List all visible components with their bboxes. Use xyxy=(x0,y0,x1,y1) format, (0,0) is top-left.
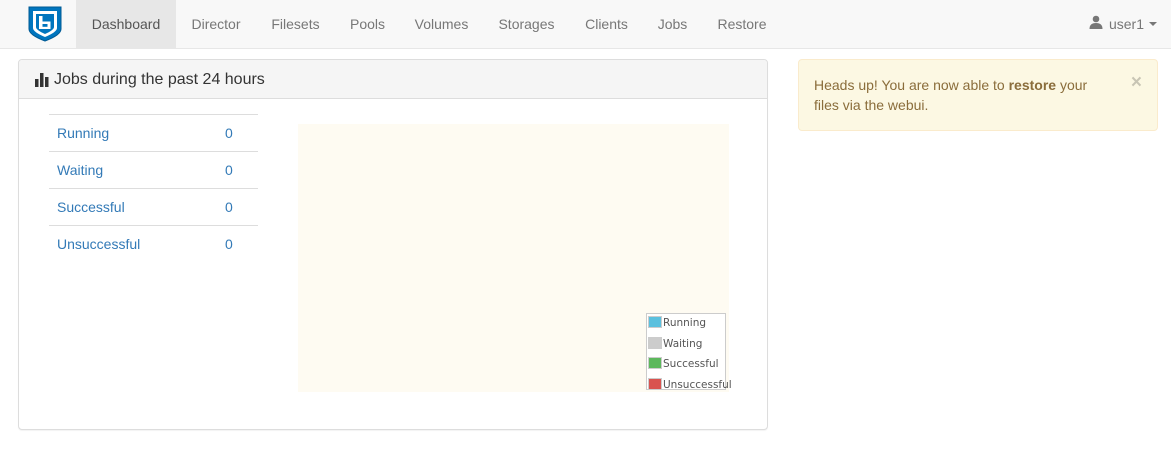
chart-legend: Running Waiting Successful Unsuccessful xyxy=(646,313,732,391)
legend-swatch xyxy=(648,377,662,390)
bareos-logo-icon[interactable] xyxy=(27,5,63,42)
status-label[interactable]: Successful xyxy=(57,189,125,226)
alert-message: Heads up! You are now able to restore yo… xyxy=(814,75,1114,115)
status-count[interactable]: 0 xyxy=(225,152,233,189)
status-count[interactable]: 0 xyxy=(225,189,233,226)
nav-dashboard[interactable]: Dashboard xyxy=(76,0,176,49)
legend-item-successful: Successful xyxy=(648,356,719,372)
restore-info-alert: Heads up! You are now able to restore yo… xyxy=(798,59,1158,131)
legend-item-unsuccessful: Unsuccessful xyxy=(648,377,732,393)
user-icon xyxy=(1089,0,1103,48)
status-label[interactable]: Waiting xyxy=(57,152,103,189)
legend-label: Waiting xyxy=(663,337,703,350)
legend-swatch xyxy=(648,316,662,328)
alert-text-before: Heads up! You are now able to xyxy=(814,77,1009,93)
status-row-running[interactable]: Running 0 xyxy=(49,114,258,151)
status-label[interactable]: Running xyxy=(57,115,109,152)
nav-director[interactable]: Director xyxy=(176,0,256,49)
status-row-unsuccessful[interactable]: Unsuccessful 0 xyxy=(49,225,258,262)
status-row-waiting[interactable]: Waiting 0 xyxy=(49,151,258,188)
legend-label: Successful xyxy=(663,358,719,370)
nav-storages[interactable]: Storages xyxy=(483,0,570,49)
legend-item-waiting: Waiting xyxy=(648,336,702,352)
legend-label: Unsuccessful xyxy=(663,378,732,391)
nav-filesets[interactable]: Filesets xyxy=(256,0,335,49)
nav-restore[interactable]: Restore xyxy=(702,0,782,49)
legend-swatch xyxy=(648,336,662,349)
legend-swatch xyxy=(648,357,662,369)
alert-text-bold: restore xyxy=(1008,77,1057,93)
status-label[interactable]: Unsuccessful xyxy=(57,226,140,263)
panel-title: Jobs during the past 24 hours xyxy=(54,71,265,88)
job-status-table: Running 0 Waiting 0 Successful 0 Unsucce… xyxy=(49,114,258,262)
chevron-down-icon xyxy=(1149,22,1157,27)
legend-item-running: Running xyxy=(648,315,706,331)
legend-label: Running xyxy=(663,317,707,329)
close-icon[interactable]: × xyxy=(1131,73,1142,93)
bar-chart-icon xyxy=(35,73,50,90)
jobs-panel: Jobs during the past 24 hours Running 0 … xyxy=(18,59,768,430)
status-row-successful[interactable]: Successful 0 xyxy=(49,188,258,225)
top-navbar: Dashboard Director Filesets Pools Volume… xyxy=(0,0,1171,49)
user-menu-dropdown[interactable]: user1 xyxy=(1089,0,1157,49)
panel-heading: Jobs during the past 24 hours xyxy=(19,60,767,99)
status-count[interactable]: 0 xyxy=(225,115,233,152)
nav-clients[interactable]: Clients xyxy=(570,0,643,49)
nav-jobs[interactable]: Jobs xyxy=(643,0,702,49)
nav-pools[interactable]: Pools xyxy=(335,0,400,49)
nav-volumes[interactable]: Volumes xyxy=(400,0,483,49)
user-name: user1 xyxy=(1108,16,1144,32)
status-count[interactable]: 0 xyxy=(225,226,233,263)
